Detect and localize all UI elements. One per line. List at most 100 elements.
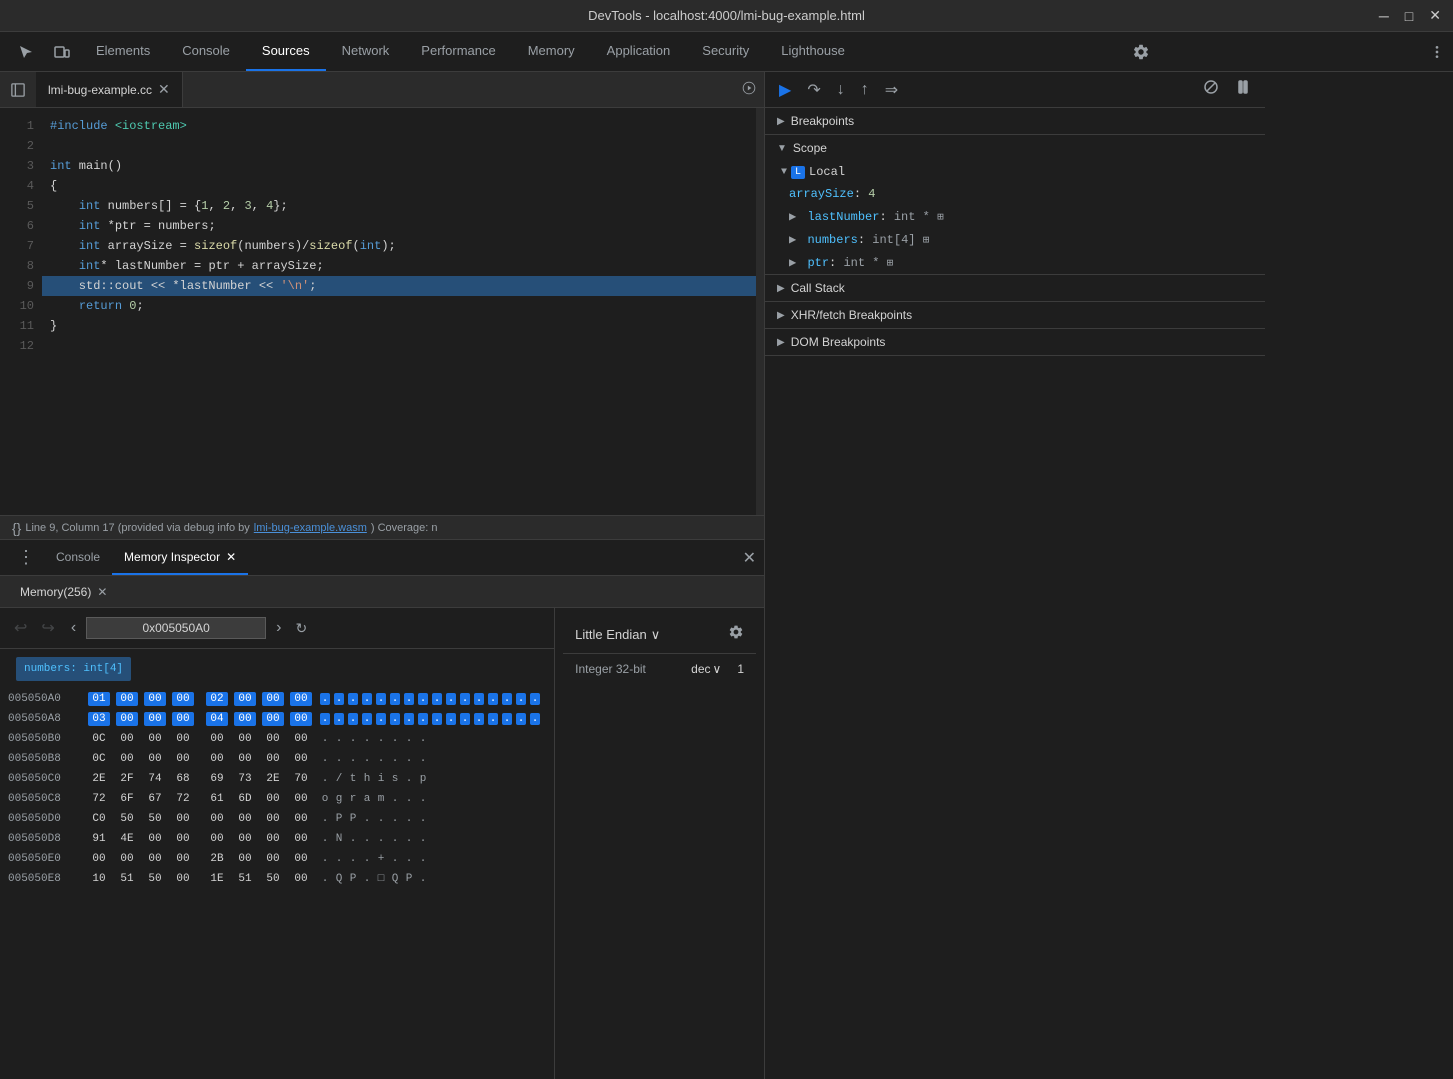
panel-tab-console[interactable]: Console (44, 540, 112, 575)
cursor-icon[interactable] (8, 32, 44, 71)
nav-prev-button[interactable]: ‹ (65, 617, 82, 639)
pause-on-exception-icon[interactable] (1229, 77, 1257, 102)
editor-header: lmi-bug-example.cc ✕ (0, 72, 764, 108)
panel-options-icon[interactable]: ⋮ (8, 540, 44, 575)
editor-play-icon[interactable] (734, 81, 764, 98)
xhr-chevron-icon: ▶ (777, 310, 785, 321)
call-stack-header[interactable]: ▶ Call Stack (765, 275, 1265, 301)
hex-row-3: 005050B0 0C 00 00 00 00 00 0 (0, 729, 554, 749)
nav-tab-sources[interactable]: Sources (246, 32, 326, 71)
code-line-11: } (42, 316, 764, 336)
hex-bytes-5b: 69 73 2E 70 (206, 773, 312, 785)
step-over-button[interactable]: ↷ (801, 78, 826, 102)
panel-tab-memory[interactable]: Memory Inspector ✕ (112, 540, 248, 575)
nav-tab-lighthouse[interactable]: Lighthouse (765, 32, 861, 71)
nav-tab-performance[interactable]: Performance (405, 32, 511, 71)
hex-byte: C0 (88, 813, 110, 825)
hex-byte: 50 (262, 873, 284, 885)
nav-tab-network[interactable]: Network (326, 32, 406, 71)
hex-bytes-2: 03 00 00 00 (88, 712, 194, 726)
ptr-expand-icon[interactable]: ▶ (789, 256, 796, 270)
last-number-expand-icon[interactable]: ▶ (789, 210, 796, 224)
code-editor: 12345 678910 1112 #include <iostream> in… (0, 108, 764, 515)
address-input[interactable] (86, 617, 266, 639)
sidebar-toggle-icon[interactable] (0, 83, 36, 97)
endian-row: Little Endian ∨ (563, 616, 756, 654)
endian-select[interactable]: Little Endian ∨ (575, 627, 660, 643)
maximize-button[interactable]: □ (1401, 6, 1417, 26)
xhr-breakpoints-header[interactable]: ▶ XHR/fetch Breakpoints (765, 302, 1265, 328)
scope-header[interactable]: ▼ Scope (765, 135, 1265, 161)
hex-bytes-3b: 00 00 00 00 (206, 733, 312, 745)
resume-button[interactable]: ▶ (773, 78, 797, 102)
debug-toolbar: ▶ ↷ ↓ ↑ ⇒ (765, 72, 1265, 108)
nav-tab-application[interactable]: Application (591, 32, 687, 71)
hex-addr-9: 005050E0 (8, 853, 88, 865)
hex-byte: 61 (206, 793, 228, 805)
editor-scrollbar[interactable] (756, 108, 764, 515)
status-text: Line 9, Column 17 (provided via debug in… (25, 522, 249, 534)
settings-gear-icon[interactable] (1124, 32, 1158, 71)
dom-breakpoints-header[interactable]: ▶ DOM Breakpoints (765, 329, 1265, 355)
nav-tab-elements[interactable]: Elements (80, 32, 166, 71)
panel-tab-memory-close-icon[interactable]: ✕ (226, 550, 236, 564)
panel-tab-memory-label: Memory Inspector (124, 550, 220, 564)
panel-close-all-icon[interactable]: ✕ (743, 548, 756, 568)
code-content[interactable]: #include <iostream> int main() { int num… (42, 108, 764, 515)
hex-bytes-3: 0C 00 00 00 (88, 733, 194, 745)
device-toggle-icon[interactable] (44, 32, 80, 71)
hex-byte: 00 (262, 853, 284, 865)
hex-byte: 00 (290, 853, 312, 865)
memory-icon-1[interactable]: ⊞ (937, 212, 944, 224)
hex-byte: 2B (206, 853, 228, 865)
file-close-icon[interactable]: ✕ (158, 81, 170, 98)
refresh-button[interactable]: ↻ (295, 620, 307, 637)
step-into-button[interactable]: ↓ (831, 79, 851, 101)
hex-addr-2: 005050A8 (8, 713, 88, 725)
memory-icon-3[interactable]: ⊞ (887, 258, 894, 270)
close-button[interactable]: ✕ (1425, 5, 1445, 26)
step-button[interactable]: ⇒ (879, 78, 904, 102)
hex-byte: 04 (206, 712, 228, 726)
step-out-button[interactable]: ↑ (855, 79, 875, 101)
memory-right: Little Endian ∨ Integer 32-bit dec ∨ (555, 608, 764, 1079)
breakpoints-chevron-icon: ▶ (777, 116, 785, 127)
hex-byte: 00 (234, 833, 256, 845)
code-line-7: int arraySize = sizeof(numbers)/sizeof(i… (42, 236, 764, 256)
memory-tab-close-icon[interactable]: ✕ (97, 585, 107, 599)
hex-byte: 72 (88, 793, 110, 805)
code-line-8: int* lastNumber = ptr + arraySize; (42, 256, 764, 276)
hex-byte: 00 (172, 733, 194, 745)
hex-bytes-10b: 1E 51 50 00 (206, 873, 312, 885)
minimize-button[interactable]: ─ (1375, 6, 1393, 26)
hex-byte: 0C (88, 733, 110, 745)
debug-sections: ▶ Breakpoints ▼ Scope ▼ L Local arraySiz… (765, 108, 1265, 1079)
more-options-icon[interactable] (1421, 32, 1453, 71)
memory-instance-tab[interactable]: Memory(256) ✕ (8, 576, 119, 607)
integer-value: 1 (737, 662, 744, 676)
nav-next-button[interactable]: › (270, 617, 287, 639)
breakpoints-header[interactable]: ▶ Breakpoints (765, 108, 1265, 134)
hex-byte: 00 (290, 733, 312, 745)
nav-tab-security[interactable]: Security (686, 32, 765, 71)
nav-fwd-button[interactable]: ↪ (35, 616, 60, 640)
hex-row-9: 005050E0 00 00 00 00 2B 00 0 (0, 849, 554, 869)
status-link[interactable]: lmi-bug-example.wasm (254, 522, 367, 534)
hex-byte: 00 (290, 753, 312, 765)
nav-back-button[interactable]: ↩ (8, 616, 33, 640)
file-tab[interactable]: lmi-bug-example.cc ✕ (36, 72, 183, 107)
hex-byte: 50 (144, 873, 166, 885)
deactivate-breakpoints-icon[interactable] (1197, 77, 1225, 102)
dec-select[interactable]: dec ∨ (691, 662, 721, 676)
hex-bytes-7: C0 50 50 00 (88, 813, 194, 825)
integer-row: Integer 32-bit dec ∨ 1 (563, 654, 756, 684)
hex-row-6: 005050C8 72 6F 67 72 61 6D 0 (0, 789, 554, 809)
numbers-expand-icon[interactable]: ▶ (789, 233, 796, 247)
array-size-value: 4 (868, 187, 875, 201)
hex-byte: 00 (206, 833, 228, 845)
nav-tab-memory[interactable]: Memory (512, 32, 591, 71)
memory-settings-gear-icon[interactable] (728, 624, 744, 645)
memory-icon-2[interactable]: ⊞ (923, 235, 930, 247)
hex-byte: 74 (144, 773, 166, 785)
nav-tab-console[interactable]: Console (166, 32, 246, 71)
